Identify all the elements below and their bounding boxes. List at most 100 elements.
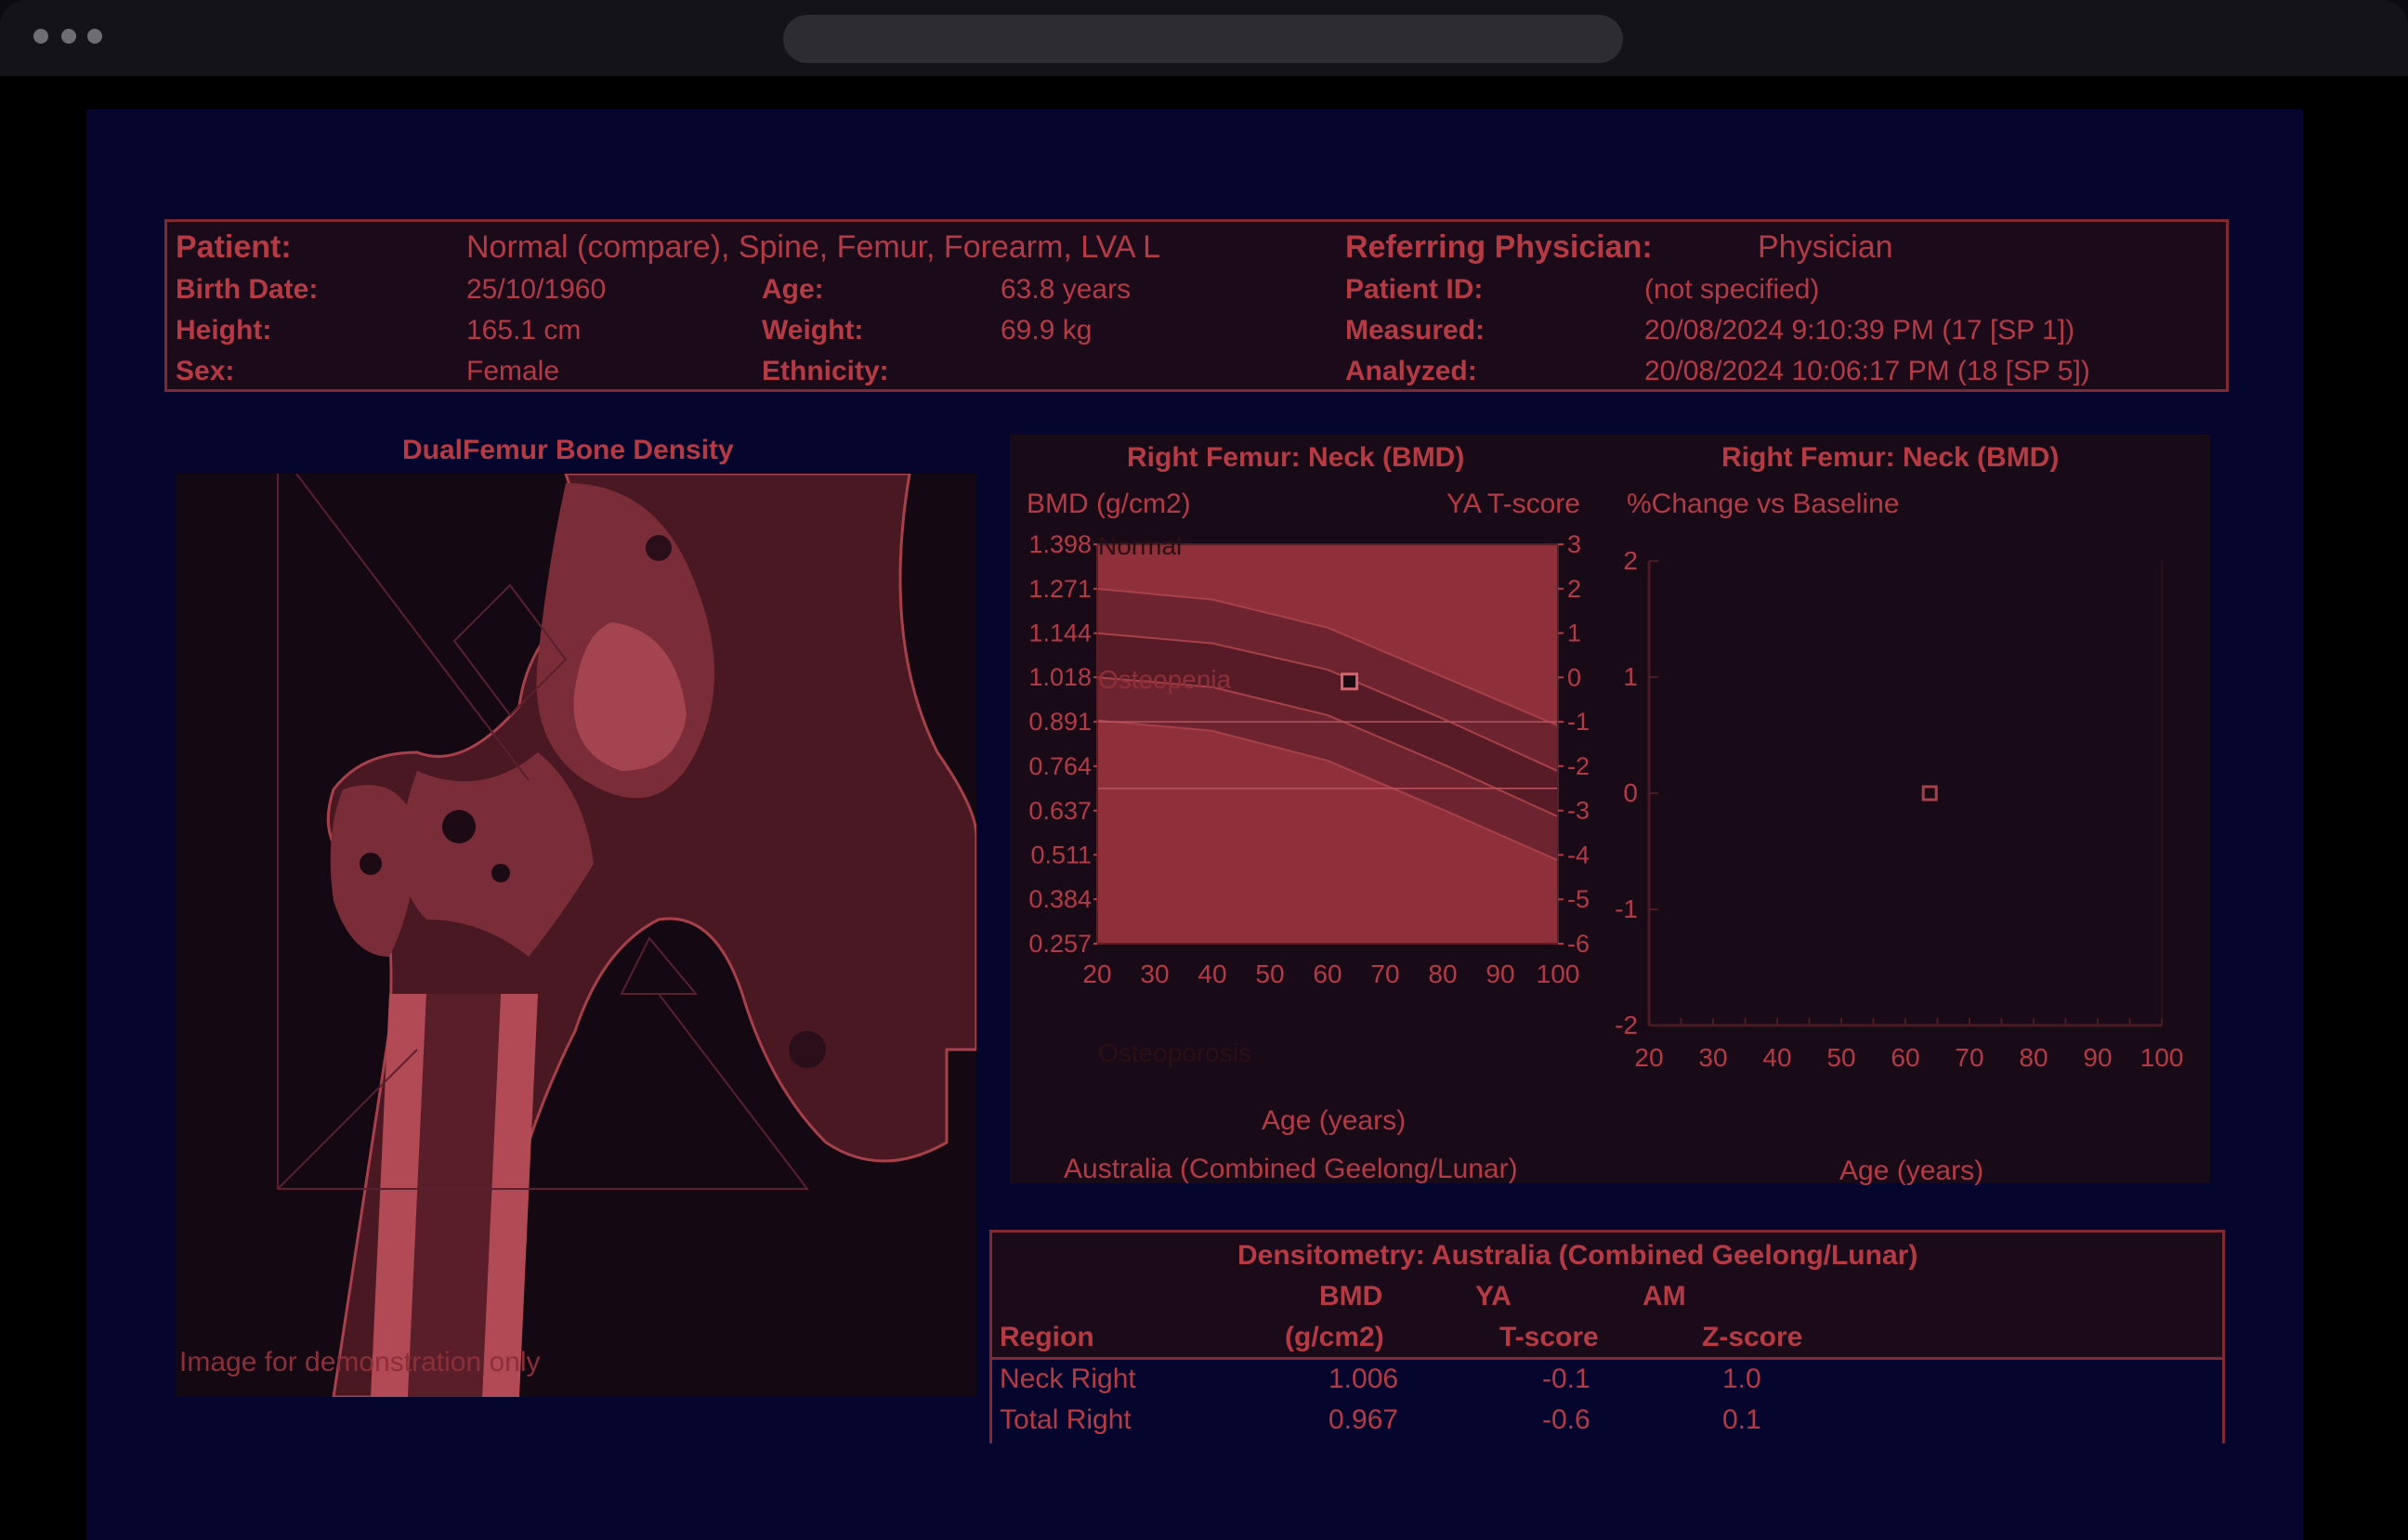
y-tick-label: 0 (1623, 778, 1638, 807)
x-tick-label: 20 (1634, 1043, 1663, 1072)
window-dot-icon[interactable] (33, 29, 48, 44)
row-zscore: 0.1 (1722, 1404, 1761, 1435)
weight-value: 69.9 kg (1001, 315, 1093, 346)
y2-tick-label: -4 (1567, 841, 1590, 868)
change-chart: 2 1 0 -1 -2 20 30 40 50 60 70 80 90 100 (1615, 546, 2184, 1072)
y-tick-label: 1.018 (1028, 663, 1092, 691)
x-tick-label: 50 (1255, 959, 1284, 988)
col-region: Region (1000, 1322, 1094, 1352)
height-label: Height: (176, 315, 272, 346)
measured-value: 20/08/2024 9:10:39 PM (17 [SP 1]) (1644, 315, 2075, 346)
charts-panel: Right Femur: Neck (BMD) Right Femur: Nec… (1010, 435, 2210, 1186)
analyzed-label: Analyzed: (1345, 356, 1477, 386)
x-tick-label: 30 (1140, 959, 1169, 988)
sex-label: Sex: (176, 356, 235, 386)
y2-tick-label: 0 (1567, 663, 1581, 691)
measured-label: Measured: (1345, 315, 1485, 346)
x-tick-label: 70 (1955, 1043, 1983, 1072)
birth-date-label: Birth Date: (176, 274, 319, 305)
demo-watermark: Image for demonstration only (179, 1347, 541, 1377)
row-tscore: -0.1 (1542, 1364, 1590, 1394)
row-bmd: 1.006 (1328, 1364, 1399, 1394)
y-tick-label: 0.764 (1028, 752, 1092, 780)
x-tick-label: 100 (1537, 959, 1580, 988)
x-tick-label: 90 (1485, 959, 1514, 988)
reference-label: Australia (Combined Geelong/Lunar) (1064, 1154, 1518, 1184)
y-tick-label: 0.257 (1028, 930, 1092, 958)
physician-value: Physician (1758, 229, 1893, 265)
y2-tick-label: -5 (1567, 885, 1590, 913)
y-tick-label: 0.891 (1028, 708, 1092, 736)
ethnicity-label: Ethnicity: (762, 356, 889, 386)
y2-tick-label: -2 (1567, 752, 1590, 780)
x-tick-label: 40 (1762, 1043, 1791, 1072)
x-tick-label: 60 (1313, 959, 1341, 988)
window-dot-icon[interactable] (61, 29, 76, 44)
left-xlabel: Age (years) (1262, 1105, 1407, 1136)
femur-scan-graphic (176, 474, 976, 1397)
y2-tick-label: -3 (1567, 797, 1590, 825)
right-xlabel: Age (years) (1839, 1155, 1984, 1186)
weight-label: Weight: (762, 315, 864, 346)
col-ya-bottom: T-score (1499, 1322, 1599, 1352)
y-tick-label: 0.511 (1030, 841, 1092, 868)
y-tick-label: 1.144 (1028, 620, 1092, 647)
birth-date-value: 25/10/1960 (466, 274, 607, 305)
col-ya-top: YA (1475, 1281, 1512, 1312)
x-tick-label: 80 (2019, 1043, 2048, 1072)
patient-id-value: (not specified) (1644, 274, 1820, 305)
x-tick-label: 100 (2140, 1043, 2184, 1072)
browser-chrome (0, 0, 2408, 76)
physician-label: Referring Physician: (1345, 229, 1653, 265)
col-bmd-top: BMD (1319, 1281, 1383, 1312)
y-tick-label: 0.384 (1028, 885, 1092, 913)
sex-value: Female (466, 356, 560, 386)
x-tick-label: 50 (1826, 1043, 1855, 1072)
y2-tick-label: -6 (1567, 930, 1590, 958)
densitometry-title: Densitometry: Australia (Combined Geelon… (1237, 1240, 1918, 1271)
x-tick-label: 70 (1370, 959, 1399, 988)
y-tick-label: 1 (1623, 662, 1638, 691)
x-tick-label: 40 (1197, 959, 1226, 988)
femur-scan-image: Image for demonstration only (176, 474, 976, 1397)
col-am-top: AM (1642, 1281, 1686, 1312)
y2-tick-label: 3 (1567, 530, 1581, 558)
report-page: Patient: Normal (compare), Spine, Femur,… (86, 110, 2303, 1540)
row-tscore: -0.6 (1542, 1404, 1590, 1435)
y-tick-label: 1.398 (1028, 530, 1092, 558)
row-region: Neck Right (1000, 1364, 1136, 1394)
col-bmd-bottom: (g/cm2) (1285, 1322, 1384, 1352)
window-dot-icon[interactable] (87, 29, 102, 44)
y2-tick-label: 1 (1567, 620, 1581, 647)
x-tick-label: 60 (1891, 1043, 1919, 1072)
densitometry-table: Densitometry: Australia (Combined Geelon… (989, 1230, 2225, 1443)
age-label: Age: (762, 274, 824, 305)
patient-point (1341, 672, 1359, 691)
patient-value: Normal (compare), Spine, Femur, Forearm,… (466, 229, 1160, 265)
height-value: 165.1 cm (466, 315, 582, 346)
patient-label: Patient: (176, 229, 292, 265)
zone-osteoporosis-label: Osteoporosis (1098, 1038, 1251, 1067)
y-tick-label: -2 (1615, 1011, 1638, 1039)
y-tick-label: 2 (1623, 546, 1638, 575)
row-bmd: 0.967 (1328, 1404, 1399, 1435)
x-tick-label: 80 (1428, 959, 1457, 988)
patient-id-label: Patient ID: (1345, 274, 1484, 305)
y-tick-label: -1 (1615, 894, 1638, 923)
y2-tick-label: 2 (1567, 575, 1581, 603)
row-zscore: 1.0 (1722, 1364, 1761, 1394)
col-am-bottom: Z-score (1702, 1322, 1803, 1352)
y-tick-label: 0.637 (1028, 797, 1092, 825)
x-tick-label: 90 (2083, 1043, 2112, 1072)
y-tick-label: 1.271 (1028, 575, 1092, 603)
table-body: Neck Right 1.006 -0.1 1.0 Total Right 0.… (992, 1357, 2222, 1443)
age-value: 63.8 years (1001, 274, 1132, 305)
patient-info-box: Patient: Normal (compare), Spine, Femur,… (164, 219, 2229, 392)
image-title: DualFemur Bone Density (402, 435, 734, 465)
address-bar[interactable] (783, 15, 1623, 63)
analyzed-value: 20/08/2024 10:06:17 PM (18 [SP 5]) (1644, 356, 2090, 386)
x-tick-label: 30 (1698, 1043, 1727, 1072)
y2-tick-label: -1 (1567, 708, 1590, 736)
zone-osteopenia-label: Osteopenia (1098, 665, 1232, 694)
patient-point (1921, 785, 1938, 802)
